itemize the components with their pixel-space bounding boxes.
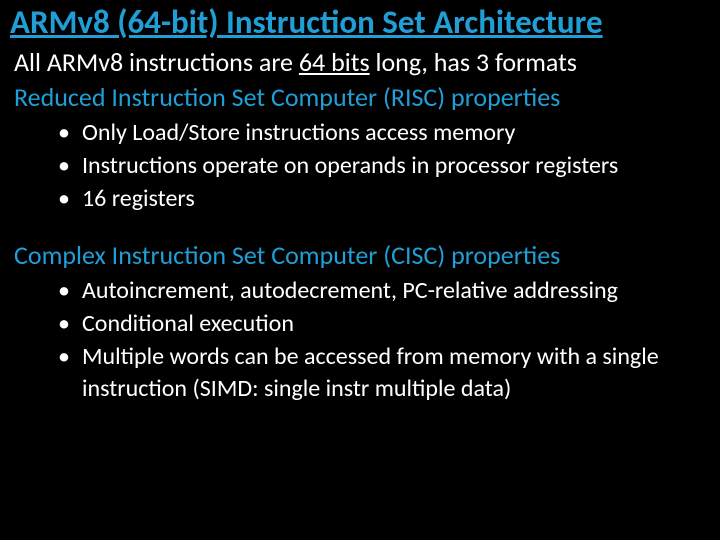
list-item: 16 registers <box>58 183 710 214</box>
section-risc: Reduced Instruction Set Computer (RISC) … <box>14 81 710 114</box>
list-item: Conditional execution <box>58 308 710 339</box>
slide-title: ARMv8 (64-bit) Instruction Set Architect… <box>10 2 710 42</box>
list-item: Only Load/Store instructions access memo… <box>58 117 710 148</box>
section-cisc: Complex Instruction Set Computer (CISC) … <box>14 239 710 272</box>
intro-text-b: 64 bits <box>299 46 370 78</box>
list-item: Instructions operate on operands in proc… <box>58 150 710 181</box>
slide: ARMv8 (64-bit) Instruction Set Architect… <box>0 2 720 540</box>
intro-line: All ARMv8 instructions are 64 bits long,… <box>14 46 710 79</box>
intro-text-a: All ARMv8 instructions are <box>14 46 299 78</box>
intro-text-c: long, has 3 formats <box>370 46 577 78</box>
risc-list: Only Load/Store instructions access memo… <box>58 117 710 215</box>
list-item: Autoincrement, autodecrement, PC-relativ… <box>58 275 710 306</box>
cisc-list: Autoincrement, autodecrement, PC-relativ… <box>58 275 710 404</box>
list-item: Multiple words can be accessed from memo… <box>58 341 710 403</box>
